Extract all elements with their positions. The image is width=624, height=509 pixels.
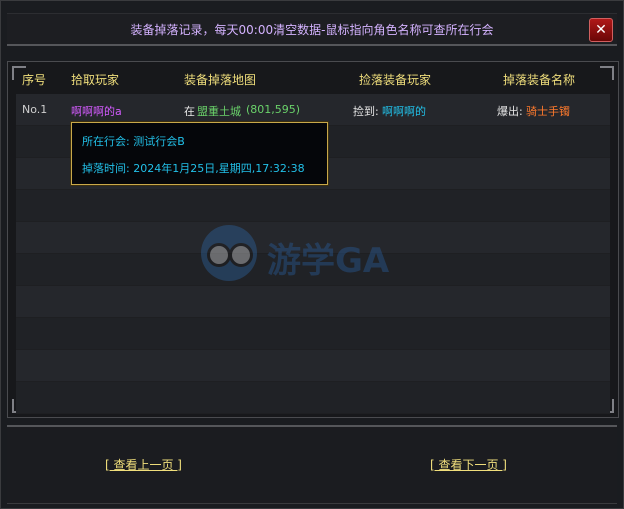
column-header-number: 序号 [22, 73, 47, 87]
pick-player-name[interactable]: 啊啊啊的 [382, 103, 426, 119]
table-row [16, 286, 610, 318]
pagination-bar: [ 查看上一页 ] [ 查看下一页 ] [7, 425, 617, 504]
owl-logo-icon [201, 225, 257, 281]
tooltip-guild-value: 测试行会B [133, 135, 185, 148]
tooltip-time-value: 2024年1月25日,星期四,17:32:38 [133, 162, 305, 175]
table-row [16, 350, 610, 382]
item-name: 骑士手镯 [526, 105, 570, 118]
table-row [16, 318, 610, 350]
next-page-button[interactable]: [ 查看下一页 ] [430, 456, 507, 473]
map-prefix: 在 [184, 105, 195, 118]
tooltip-time-line: 掉落时间: 2024年1月25日,星期四,17:32:38 [82, 160, 305, 176]
table-header: 序号 拾取玩家 装备掉落地图 捡落装备玩家 掉落装备名称 [16, 62, 610, 95]
pick-prefix: 捡到: [353, 105, 379, 118]
picker-name[interactable]: 啊啊啊的a [71, 103, 122, 119]
drop-log-window: 装备掉落记录，每天00:00清空数据-鼠标指向角色名称可查所在行会 ✕ 序号 拾… [0, 0, 624, 509]
row-number: No.1 [22, 103, 48, 116]
close-button[interactable]: ✕ [589, 18, 613, 42]
watermark: 游学GA [197, 223, 437, 287]
column-header-pick-player: 捡落装备玩家 [359, 73, 432, 87]
title-bar: 装备掉落记录，每天00:00清空数据-鼠标指向角色名称可查所在行会 ✕ [7, 13, 617, 46]
column-header-item: 掉落装备名称 [503, 73, 576, 87]
map-coordinates: (801,595) [246, 103, 301, 116]
column-header-map: 装备掉落地图 [184, 73, 257, 87]
window-title: 装备掉落记录，每天00:00清空数据-鼠标指向角色名称可查所在行会 [130, 23, 494, 37]
drop-prefix: 爆出: [497, 105, 523, 118]
owl-eye-icon [207, 243, 231, 267]
table-row [16, 190, 610, 222]
table-row [16, 382, 610, 414]
prev-page-button[interactable]: [ 查看上一页 ] [105, 456, 182, 473]
tooltip-guild-label: 所在行会: [82, 135, 130, 148]
tooltip-time-label: 掉落时间: [82, 162, 130, 175]
column-header-picker: 拾取玩家 [71, 73, 120, 87]
guild-tooltip: 所在行会: 测试行会B 掉落时间: 2024年1月25日,星期四,17:32:3… [71, 122, 328, 185]
watermark-text: 游学GA [267, 241, 390, 281]
tooltip-guild-line: 所在行会: 测试行会B [82, 133, 185, 149]
map-name: 盟重土城 [197, 105, 241, 118]
owl-eye-icon [229, 243, 253, 267]
